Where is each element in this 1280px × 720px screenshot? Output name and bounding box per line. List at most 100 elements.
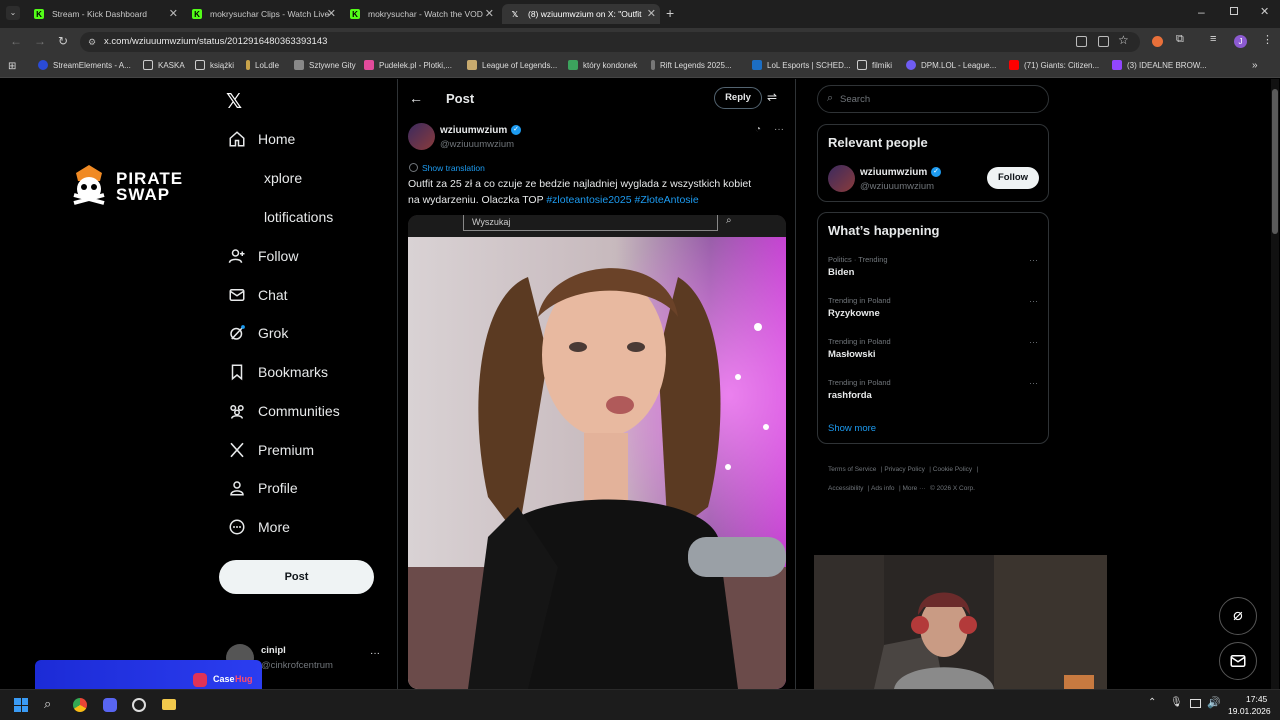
trend-item[interactable]: Trending in Poland Masłowski ···	[828, 337, 1040, 371]
footer-link[interactable]: Accessibility	[828, 485, 863, 492]
forward-icon[interactable]: →	[34, 34, 46, 48]
bookmark[interactable]: StreamElements - A...	[38, 60, 131, 70]
close-tab-icon[interactable]: ✕	[327, 7, 336, 20]
star-icon[interactable]: ☆	[1118, 33, 1129, 47]
bookmark[interactable]: DPM.LOL - League...	[906, 60, 996, 70]
puzzle-icon[interactable]: ⧉	[1176, 33, 1184, 46]
post-media[interactable]: Wyszukaj ⌕	[408, 215, 786, 689]
show-more-link[interactable]: Show more	[828, 423, 876, 434]
translate-icon[interactable]	[1076, 36, 1087, 47]
nav-grok[interactable]: Grok	[228, 321, 288, 345]
close-tab-icon[interactable]: ✕	[169, 7, 178, 20]
scrollbar[interactable]	[1271, 79, 1279, 689]
bookmark[interactable]: League of Legends...	[467, 60, 557, 70]
browser-tab[interactable]: K Stream - Kick Dashboard ✕	[26, 4, 182, 24]
bookmark[interactable]: filmiki	[857, 60, 892, 70]
author-handle[interactable]: @wziuuumwzium	[440, 139, 514, 150]
extension-icon[interactable]	[1152, 36, 1163, 47]
apps-icon[interactable]: ⊞	[8, 61, 16, 72]
scrollbar-thumb[interactable]	[1272, 89, 1278, 234]
bookmark[interactable]: KASKA	[143, 60, 185, 70]
search-field[interactable]: ⌕ Search	[817, 85, 1049, 113]
install-icon[interactable]	[1098, 36, 1109, 47]
reload-icon[interactable]: ↻	[58, 34, 68, 48]
nav-profile[interactable]: Profile	[228, 476, 298, 500]
close-tab-icon[interactable]: ✕	[647, 7, 656, 20]
trend-item[interactable]: Politics · Trending Biden ···	[828, 255, 1040, 289]
nav-notifications[interactable]: lotifications	[258, 205, 333, 229]
nav-explore[interactable]: xplore	[258, 166, 302, 190]
bookmark[interactable]: książki	[195, 60, 234, 70]
nav-communities[interactable]: Communities	[228, 399, 340, 423]
menu-icon[interactable]: ⋮	[1262, 33, 1273, 46]
more-icon[interactable]: ···	[1029, 378, 1038, 388]
more-icon[interactable]: ···	[1029, 296, 1038, 306]
more-icon[interactable]: ···	[774, 124, 784, 135]
close-window-icon[interactable]: ✕	[1260, 5, 1269, 18]
avatar[interactable]	[408, 123, 435, 150]
clock-date[interactable]: 19.01.2026	[1228, 706, 1271, 716]
minimize-icon[interactable]: –	[1198, 5, 1205, 19]
bookmark[interactable]: Sztywne Gity	[294, 60, 356, 70]
bookmark[interactable]: który kondonek	[568, 60, 637, 70]
avatar[interactable]	[828, 165, 855, 192]
bookmark[interactable]: (71) Giants: Citizen...	[1009, 60, 1099, 70]
display-icon[interactable]	[1190, 699, 1201, 708]
new-tab-icon[interactable]: +	[666, 5, 674, 21]
adjust-icon[interactable]: ⇌	[767, 90, 777, 104]
back-icon[interactable]: ←	[409, 90, 423, 106]
nav-bookmarks[interactable]: Bookmarks	[228, 360, 328, 384]
back-icon[interactable]: ←	[10, 34, 22, 48]
media-icon[interactable]: ≡	[1210, 33, 1216, 45]
site-info-icon[interactable]: ⚙	[88, 32, 96, 52]
footer-link[interactable]: Cookie Policy	[933, 466, 972, 473]
nav-chat[interactable]: Chat	[228, 283, 288, 307]
folder-icon[interactable]	[162, 699, 176, 710]
footer-link[interactable]: More ···	[902, 485, 925, 492]
nav-more[interactable]: More	[228, 515, 290, 539]
footer-link[interactable]: Terms of Service	[828, 466, 876, 473]
bookmark[interactable]: Pudelek.pl - Plotki,...	[364, 60, 452, 70]
trend-item[interactable]: Trending in Poland Ryzykowne ···	[828, 296, 1040, 330]
messages-float-button[interactable]	[1219, 642, 1257, 680]
footer-link[interactable]: Privacy Policy	[884, 466, 924, 473]
hashtag-link[interactable]: #zloteantosie2025	[546, 194, 631, 206]
post-button[interactable]: Post	[219, 560, 374, 594]
browser-tab-active[interactable]: 𝕏 (8) wziuumwzium on X: "Outfit ✕	[502, 4, 660, 24]
more-bookmarks-icon[interactable]: »	[1252, 60, 1258, 71]
reply-button[interactable]: Reply	[714, 87, 762, 109]
nav-home[interactable]: Home	[228, 127, 295, 151]
bookmark[interactable]: LoLdle	[246, 60, 279, 70]
grok-icon[interactable]: ◔	[755, 124, 761, 135]
nav-follow[interactable]: Follow	[228, 244, 298, 268]
more-icon[interactable]: ···	[370, 648, 380, 659]
close-tab-icon[interactable]: ✕	[485, 7, 494, 20]
chrome-icon[interactable]	[73, 698, 87, 712]
browser-tab[interactable]: K mokrysuchar Clips - Watch Live ✕	[184, 4, 340, 24]
show-translation-link[interactable]: Show translation	[422, 163, 485, 173]
discord-icon[interactable]	[103, 698, 117, 712]
more-icon[interactable]: ···	[1029, 255, 1038, 265]
follow-button[interactable]: Follow	[987, 167, 1039, 189]
author-name[interactable]: wziuumwzium	[440, 125, 507, 136]
grok-float-button[interactable]: ⌀	[1219, 597, 1257, 635]
search-icon[interactable]: ⌕	[44, 696, 51, 712]
volume-icon[interactable]: 🔊	[1207, 696, 1221, 709]
person-name[interactable]: wziuumwzium	[860, 167, 927, 178]
url-input[interactable]: ⚙ x.com/wziuuumwzium/status/201291648036…	[80, 32, 1140, 52]
tray-chevron-icon[interactable]: ⌃	[1148, 697, 1156, 708]
obs-icon[interactable]	[132, 698, 146, 712]
bookmark[interactable]: (3) IDEALNE BROW...	[1112, 60, 1207, 70]
clock-time[interactable]: 17:45	[1246, 694, 1267, 704]
windows-start-icon[interactable]	[14, 698, 28, 712]
hashtag-link[interactable]: #ZłoteAntosie	[635, 194, 699, 206]
browser-tab[interactable]: K mokrysuchar - Watch the VOD ✕	[342, 4, 498, 24]
avatar[interactable]: J	[1234, 35, 1247, 48]
bookmark[interactable]: LoL Esports | SCHED...	[752, 60, 851, 70]
restore-icon[interactable]	[1230, 7, 1238, 15]
nav-premium[interactable]: Premium	[228, 438, 314, 462]
tab-search-icon[interactable]: ⌄	[6, 6, 20, 20]
trend-item[interactable]: Trending in Poland rashforda ···	[828, 378, 1040, 412]
x-logo-icon[interactable]: 𝕏	[226, 89, 242, 114]
bookmark[interactable]: Rift Legends 2025...	[651, 60, 732, 70]
